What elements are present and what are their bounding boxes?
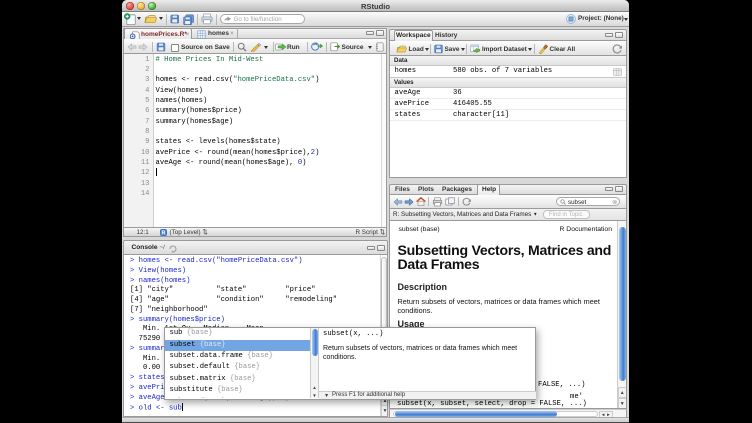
svg-text:R: R bbox=[161, 230, 165, 236]
